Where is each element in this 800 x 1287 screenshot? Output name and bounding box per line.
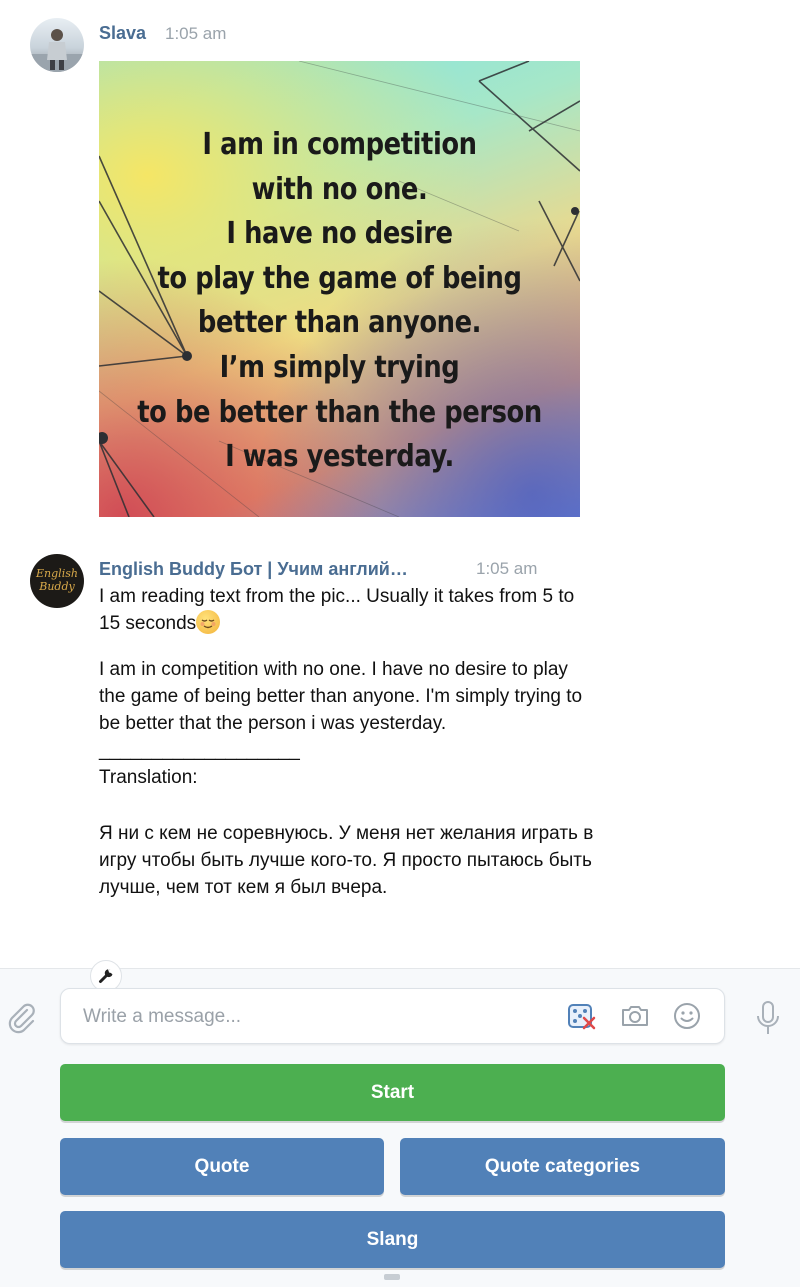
- avatar-bot[interactable]: English Buddy: [30, 554, 84, 608]
- quote-line: I was yesterday.: [225, 439, 454, 475]
- emoji-button[interactable]: [670, 999, 704, 1033]
- bot-message-text: I am reading text from the pic... Usuall…: [99, 583, 699, 637]
- message-line: лучше, чем тот кем я был вчера.: [99, 877, 388, 898]
- attach-button[interactable]: [4, 1000, 38, 1034]
- message-line: Я ни с кем не соревнуюсь. У меня нет жел…: [99, 823, 594, 844]
- message-input[interactable]: [81, 1002, 555, 1032]
- dice-button[interactable]: [564, 999, 598, 1033]
- quote-line: I am in competition: [202, 127, 477, 162]
- message-input-box: [60, 988, 725, 1044]
- sender-name[interactable]: Slava: [99, 23, 146, 44]
- voice-record-button[interactable]: [752, 999, 784, 1037]
- message-line: be better that the person i was yesterda…: [99, 713, 447, 734]
- avatar-slava[interactable]: [30, 18, 84, 72]
- message-time: 1:05 am: [476, 559, 538, 578]
- photo-attachment[interactable]: I am in competition with no one. I have …: [99, 61, 580, 517]
- dice-icon: [568, 1004, 596, 1030]
- message-line: 15 seconds: [99, 613, 197, 634]
- quote-line: to be better than the person: [137, 394, 542, 430]
- keyboard-resize-handle[interactable]: [384, 1274, 400, 1280]
- message-line: I am reading text from the pic... Usuall…: [99, 586, 575, 607]
- picture-quote-text: I am in competition with no one. I have …: [133, 123, 547, 480]
- message-separator: ___________________: [99, 740, 300, 761]
- attach-icon: [8, 1003, 35, 1034]
- quote-button[interactable]: Quote: [60, 1138, 384, 1195]
- bot-avatar-line: Buddy: [39, 580, 75, 593]
- message-line-with-emoji: 15 seconds: [99, 610, 699, 637]
- bot-avatar-logo: English Buddy: [30, 567, 84, 593]
- quote-line: with no one.: [251, 171, 428, 207]
- message-time: 1:05 am: [165, 24, 227, 43]
- bot-message-ocr: I am in competition with no one. I have …: [99, 656, 699, 791]
- quote-line: I have no desire: [226, 216, 453, 252]
- wrench-icon: [99, 969, 113, 983]
- quote-line: I’m simply trying: [219, 349, 460, 385]
- message-line: Translation:: [99, 767, 198, 788]
- sender-name[interactable]: English Buddy Бот | Учим англий…: [99, 559, 408, 580]
- quote-line: to play the game of being: [157, 260, 522, 296]
- message-line: игру чтобы быть лучше кого-то. Я просто …: [99, 850, 592, 871]
- bot-avatar-line: English: [36, 567, 78, 580]
- mic-icon: [757, 1001, 779, 1034]
- camera-icon: [622, 1006, 648, 1026]
- message-line: the game of being better than anyone. I'…: [99, 686, 583, 707]
- quote-line: better than anyone.: [197, 305, 482, 341]
- slang-button[interactable]: Slang: [60, 1211, 725, 1268]
- relieved-face-emoji-icon: [196, 610, 221, 634]
- smile-icon: [674, 1003, 700, 1029]
- message-line: I am in competition with no one. I have …: [99, 659, 568, 680]
- start-button[interactable]: Start: [60, 1064, 725, 1121]
- bot-message-translation: Я ни с кем не соревнуюсь. У меня нет жел…: [99, 820, 699, 901]
- camera-button[interactable]: [618, 999, 652, 1033]
- quote-categories-button[interactable]: Quote categories: [400, 1138, 725, 1195]
